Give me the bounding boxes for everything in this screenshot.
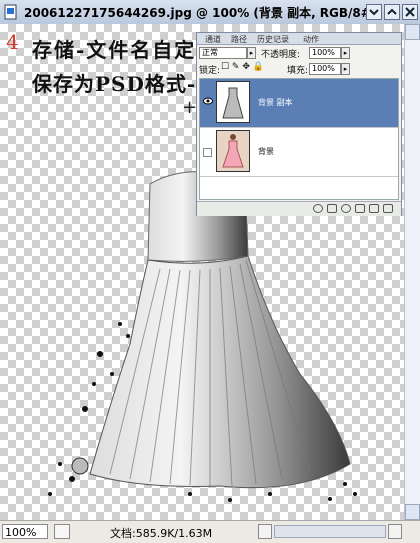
fill-arrow-icon[interactable]: ▸ [341,63,350,75]
crosshair-cursor-icon: + [182,97,198,118]
layer-style-icon[interactable] [327,204,337,213]
lock-label: 锁定: [199,66,221,76]
zoom-field[interactable]: 100% [2,524,48,539]
layer-name: 背景 [258,147,274,156]
opacity-arrow-icon[interactable]: ▸ [341,47,350,59]
window-titlebar: 20061227175644269.jpg @ 100% (背景 副本, RGB… [0,0,420,25]
tab-history[interactable]: 历史记录 [257,34,289,45]
delete-layer-icon[interactable] [383,204,393,213]
layer-mask-icon[interactable] [341,204,351,213]
new-layer-icon[interactable] [369,204,379,213]
close-button[interactable] [402,4,418,20]
eye-icon[interactable] [203,97,213,105]
maximize-button[interactable] [384,4,400,20]
blend-row: 正常 ▸ 不透明度: 100% ▸ [199,46,399,60]
photoshop-doc-icon [4,4,17,20]
lock-icons[interactable]: ☐ ✎ ✥ 🔒 [221,62,264,72]
opacity-label: 不透明度: [261,50,301,60]
navigator-icon[interactable] [54,524,70,539]
close-icon [405,7,415,17]
blend-dropdown-arrow-icon[interactable]: ▸ [247,47,256,59]
layer-thumbnail [216,130,250,172]
status-menu-arrow-icon[interactable] [258,524,272,539]
opacity-field[interactable]: 100% [309,47,341,59]
layers-list: 背景 副本 背景 [199,78,399,200]
palette-tabs: 通道 路径 历史记录 动作 [197,33,401,45]
layer-thumbnail [216,81,250,123]
scroll-up-arrow-icon[interactable] [405,24,420,40]
horizontal-scrollbar[interactable] [274,525,386,538]
status-bar: 100% 文档:585.9K/1.63M [0,520,420,543]
layer-background-copy[interactable]: 背景 副本 [200,79,398,128]
instruction-line-1: 存储-文件名自定， [32,38,219,62]
new-group-icon[interactable] [355,204,365,213]
layers-palette[interactable]: 通道 路径 历史记录 动作 正常 ▸ 不透明度: 100% ▸ 锁定: ☐ ✎ … [196,32,402,216]
palette-footer [197,201,401,216]
maximize-icon [387,8,397,15]
tab-channels[interactable]: 通道 [205,34,221,45]
scroll-down-arrow-icon[interactable] [405,504,420,520]
scroll-right-arrow-icon[interactable] [388,524,402,539]
tab-actions[interactable]: 动作 [303,34,319,45]
layer-background[interactable]: 背景 [200,128,398,177]
fill-field[interactable]: 100% [309,63,341,75]
document-size: 文档:585.9K/1.63M [110,527,213,540]
step-number: 4 [6,30,19,54]
minimize-icon [369,9,379,16]
layer-name: 背景 副本 [258,98,293,107]
link-layers-icon[interactable] [313,204,323,213]
visibility-checkbox[interactable] [203,148,212,157]
fill-label: 填充: [287,66,309,76]
minimize-button[interactable] [366,4,382,20]
vertical-scrollbar[interactable] [404,24,420,520]
lock-row: 锁定: ☐ ✎ ✥ 🔒 填充: 100% ▸ [199,62,399,76]
blend-mode-select[interactable]: 正常 [199,47,247,59]
tab-paths[interactable]: 路径 [231,34,247,45]
window-title: 20061227175644269.jpg @ 100% (背景 副本, RGB… [24,6,377,20]
